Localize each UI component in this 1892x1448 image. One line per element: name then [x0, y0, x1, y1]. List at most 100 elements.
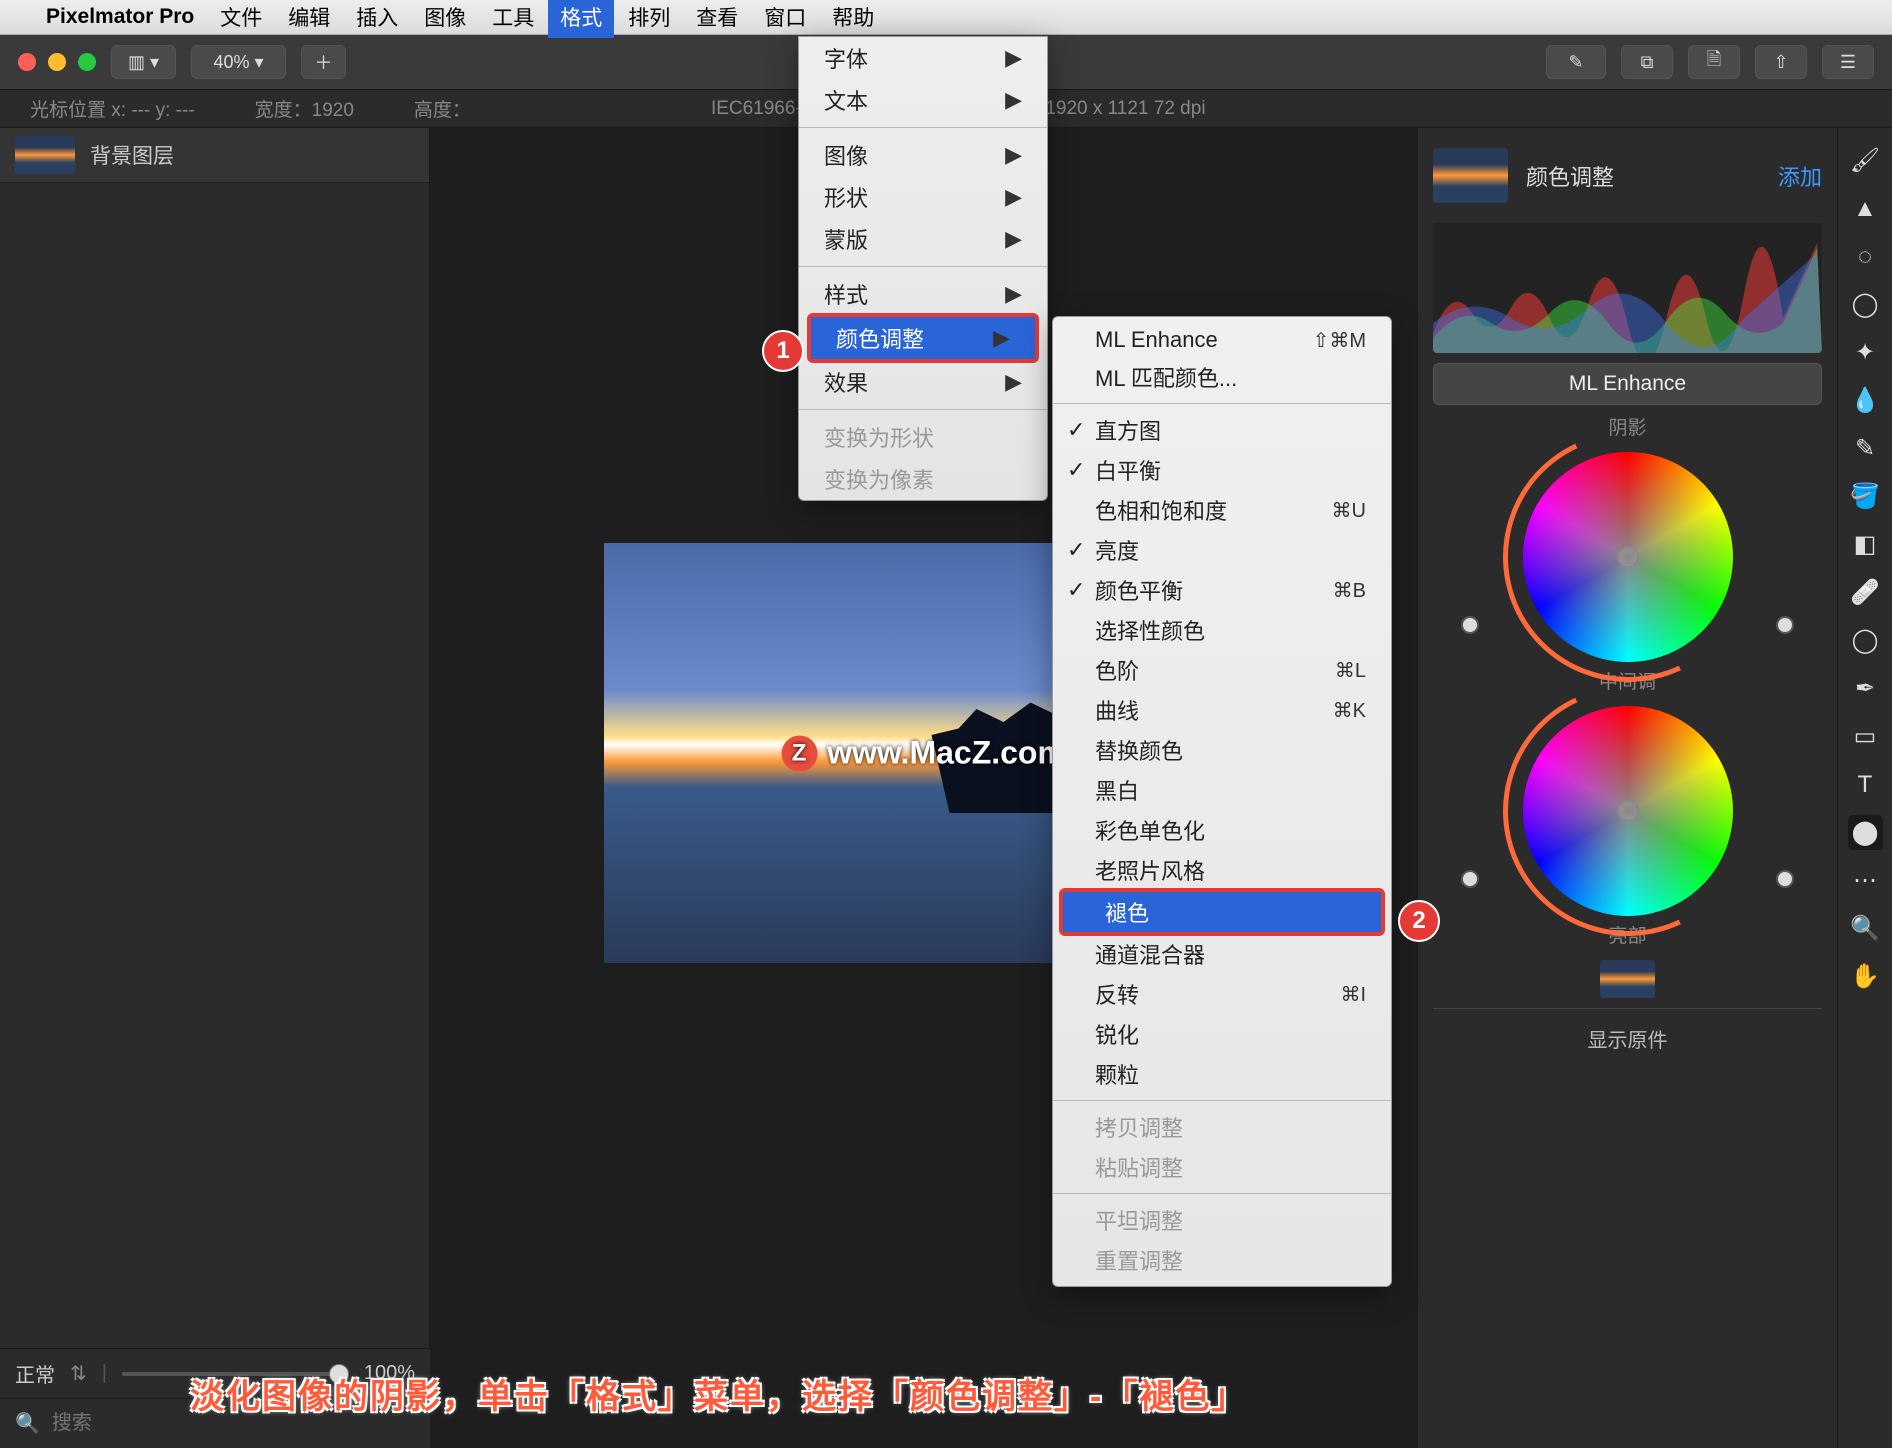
- share-icon[interactable]: ⇧: [1755, 45, 1807, 79]
- tools-sidebar: 🖌 ▲ ◌ ◯ ✦ 💧 ✎ 🪣 ◧ 🩹 ◯ ✒ ▭ T ⬤ ⋯ 🔍 ✋: [1837, 128, 1892, 1448]
- submenu-replace[interactable]: 替换颜色: [1053, 730, 1391, 770]
- zoom-tool-icon[interactable]: 🔍: [1848, 911, 1883, 946]
- submenu-selective[interactable]: 选择性颜色: [1053, 610, 1391, 650]
- menu-image[interactable]: 图像: [424, 2, 466, 32]
- pen-tool-icon[interactable]: ✒: [1848, 671, 1883, 706]
- brush-tool-icon[interactable]: ✎: [1848, 431, 1883, 466]
- minimize-window-button[interactable]: [48, 53, 66, 71]
- submenu-bw[interactable]: 黑白: [1053, 770, 1391, 810]
- menu-window[interactable]: 窗口: [764, 2, 806, 32]
- layer-thumbnail: [15, 136, 75, 174]
- cursor-position: 光标位置 x: --- y: ---: [30, 95, 195, 122]
- menu-tools[interactable]: 工具: [492, 2, 534, 32]
- document-icon[interactable]: 🗎: [1688, 45, 1740, 79]
- color-wheel-shadows[interactable]: [1433, 452, 1822, 662]
- submenu-white-balance[interactable]: ✓白平衡: [1053, 450, 1391, 490]
- maximize-window-button[interactable]: [78, 53, 96, 71]
- effects-tool-icon[interactable]: ⋯: [1848, 863, 1883, 898]
- close-window-button[interactable]: [18, 53, 36, 71]
- format-menu-dropdown: 字体▶ 文本▶ 图像▶ 形状▶ 蒙版▶ 样式▶ 颜色调整▶ 效果▶ 变换为形状 …: [798, 36, 1048, 501]
- layers-panel: 背景图层: [0, 128, 430, 1448]
- ml-enhance-button[interactable]: ML Enhance: [1433, 363, 1822, 405]
- menu-item-color-adjustments[interactable]: 颜色调整▶: [811, 317, 1035, 359]
- panel-thumbnail: [1433, 148, 1508, 203]
- menu-help[interactable]: 帮助: [832, 2, 874, 32]
- submenu-paste-adj: 粘贴调整: [1053, 1147, 1391, 1187]
- menu-item-image[interactable]: 图像▶: [799, 134, 1047, 176]
- menu-file[interactable]: 文件: [220, 2, 262, 32]
- submenu-reset: 重置调整: [1053, 1240, 1391, 1280]
- eraser-tool-icon[interactable]: ◧: [1848, 527, 1883, 562]
- menu-arrange[interactable]: 排列: [628, 2, 670, 32]
- layer-row[interactable]: 背景图层: [0, 128, 429, 183]
- blend-mode-dropdown[interactable]: 正常: [15, 1359, 55, 1388]
- system-menubar: Pixelmator Pro 文件 编辑 插入 图像 工具 格式 排列 查看 窗…: [0, 0, 1892, 35]
- menu-item-to-shape: 变换为形状: [799, 416, 1047, 458]
- menu-item-shape[interactable]: 形状▶: [799, 176, 1047, 218]
- submenu-color-balance[interactable]: ✓颜色平衡⌘B: [1053, 570, 1391, 610]
- menu-format[interactable]: 格式: [548, 0, 614, 38]
- submenu-grain[interactable]: 颗粒: [1053, 1054, 1391, 1094]
- color-adjustments-submenu: ML Enhance⇧⌘M ML 匹配颜色... ✓直方图 ✓白平衡 色相和饱和…: [1052, 316, 1392, 1287]
- watermark-logo-icon: Z: [781, 735, 817, 771]
- hand-tool-icon[interactable]: ✋: [1848, 959, 1883, 994]
- submenu-levels[interactable]: 色阶⌘L: [1053, 650, 1391, 690]
- submenu-fade[interactable]: 褪色: [1063, 892, 1381, 932]
- submenu-hue-sat[interactable]: 色相和饱和度⌘U: [1053, 490, 1391, 530]
- submenu-ml-match[interactable]: ML 匹配颜色...: [1053, 357, 1391, 397]
- color-wheel-midtones[interactable]: [1433, 706, 1822, 916]
- submenu-mono[interactable]: 彩色单色化: [1053, 810, 1391, 850]
- menu-view[interactable]: 查看: [696, 2, 738, 32]
- app-name[interactable]: Pixelmator Pro: [46, 5, 194, 29]
- move-tool-icon[interactable]: ▲: [1848, 191, 1883, 226]
- menu-item-effects[interactable]: 效果▶: [799, 361, 1047, 403]
- image-height: 高度：: [414, 95, 471, 122]
- submenu-copy-adj: 拷贝调整: [1053, 1107, 1391, 1147]
- sidebar-toggle-button[interactable]: ▥ ▾: [111, 45, 176, 79]
- search-icon: 🔍: [15, 1411, 40, 1436]
- submenu-histogram[interactable]: ✓直方图: [1053, 410, 1391, 450]
- marquee-tool-icon[interactable]: ◌: [1848, 239, 1883, 274]
- submenu-invert[interactable]: 反转⌘I: [1053, 974, 1391, 1014]
- zoom-dropdown[interactable]: 40% ▾: [191, 45, 286, 79]
- eyedropper-icon[interactable]: 💧: [1848, 383, 1883, 418]
- paint-tool-icon[interactable]: 🖌: [1848, 143, 1883, 178]
- settings-icon[interactable]: ☰: [1822, 45, 1874, 79]
- submenu-brightness[interactable]: ✓亮度: [1053, 530, 1391, 570]
- menu-item-mask[interactable]: 蒙版▶: [799, 218, 1047, 260]
- menu-insert[interactable]: 插入: [356, 2, 398, 32]
- lasso-tool-icon[interactable]: ◯: [1848, 287, 1883, 322]
- fill-tool-icon[interactable]: 🪣: [1848, 479, 1883, 514]
- add-button[interactable]: ＋: [301, 45, 346, 79]
- image-width: 宽度：1920: [255, 95, 354, 122]
- submenu-ml-enhance[interactable]: ML Enhance⇧⌘M: [1053, 323, 1391, 357]
- menu-item-style[interactable]: 样式▶: [799, 273, 1047, 315]
- panel-title: 颜色调整: [1526, 160, 1760, 192]
- submenu-sharpen[interactable]: 锐化: [1053, 1014, 1391, 1054]
- add-adjustment-button[interactable]: 添加: [1778, 160, 1822, 192]
- show-original-button[interactable]: 显示原件: [1433, 1008, 1822, 1068]
- magic-wand-icon[interactable]: ✦: [1848, 335, 1883, 370]
- menu-item-text[interactable]: 文本▶: [799, 79, 1047, 121]
- adjustments-tool-icon[interactable]: ⬤: [1848, 815, 1883, 850]
- submenu-flatten: 平坦调整: [1053, 1200, 1391, 1240]
- submenu-curves[interactable]: 曲线⌘K: [1053, 690, 1391, 730]
- repair-tool-icon[interactable]: 🩹: [1848, 575, 1883, 610]
- shape-tool-icon[interactable]: ◯: [1848, 623, 1883, 658]
- text-tool-icon[interactable]: T: [1848, 767, 1883, 802]
- compare-thumbnail[interactable]: [1600, 960, 1655, 998]
- tutorial-caption: 淡化图像的阴影，单击「格式」菜单，选择「颜色调整」-「褪色」: [190, 1369, 1832, 1418]
- brush-icon[interactable]: ✎: [1546, 45, 1606, 79]
- submenu-channel-mix[interactable]: 通道混合器: [1053, 934, 1391, 974]
- annotation-badge-1: 1: [762, 330, 804, 372]
- menu-edit[interactable]: 编辑: [288, 2, 330, 32]
- layer-name: 背景图层: [90, 140, 174, 170]
- watermark: Z www.MacZ.com: [781, 735, 1066, 772]
- crop-icon[interactable]: ⧉: [1621, 45, 1673, 79]
- histogram: [1433, 223, 1822, 353]
- rect-tool-icon[interactable]: ▭: [1848, 719, 1883, 754]
- annotation-badge-2: 2: [1398, 900, 1440, 942]
- menu-item-font[interactable]: 字体▶: [799, 37, 1047, 79]
- adjustments-panel: 颜色调整 添加 ML Enhance 阴影 中间调 亮部 显示原件: [1417, 128, 1837, 1448]
- submenu-sepia[interactable]: 老照片风格: [1053, 850, 1391, 890]
